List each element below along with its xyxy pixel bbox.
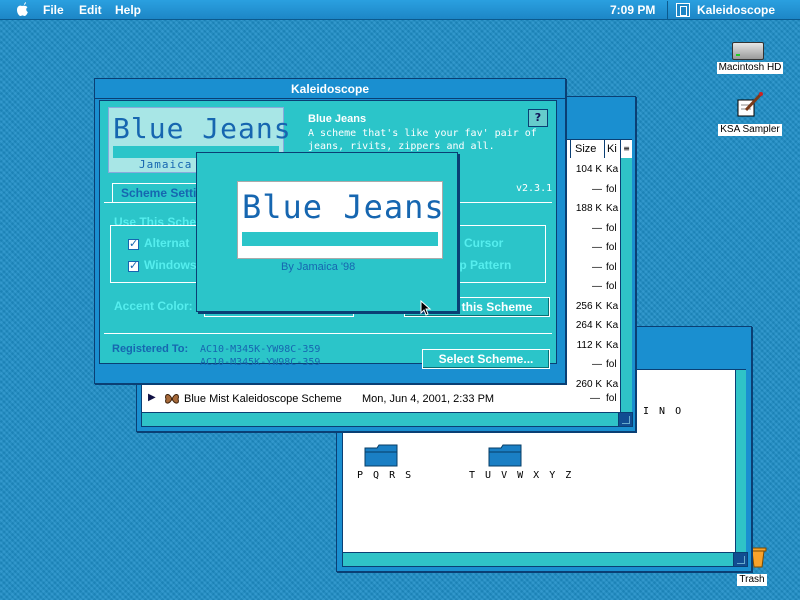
- preview-logo: Blue Jeans: [237, 181, 445, 259]
- list-row-size: —: [592, 222, 602, 234]
- list-row-blue-mist[interactable]: ▶ Blue Mist Kaleidoscope Scheme Mon, Jun…: [142, 390, 620, 408]
- desktop-icon-ksa-sampler[interactable]: KSA Sampler: [712, 92, 788, 136]
- list-row-kind: Ka: [606, 164, 619, 175]
- list-row-date: Mon, Jun 4, 2001, 2:33 PM: [362, 393, 495, 405]
- list-row[interactable]: — fol: [570, 221, 620, 239]
- list-row-size: 112 K: [576, 339, 602, 351]
- footer-divider: [104, 333, 552, 334]
- list-row[interactable]: 104 K Ka: [570, 162, 620, 180]
- alternate-checkbox-label: Alternat: [144, 236, 190, 250]
- scheme-logo-text: Blue Jeans: [113, 112, 292, 145]
- list-row[interactable]: 188 K Ka: [570, 201, 620, 219]
- list-row-kind: fol: [606, 281, 617, 292]
- hard-drive-icon: [732, 42, 764, 60]
- list-row[interactable]: — fol: [570, 279, 620, 297]
- application-menu[interactable]: Kaleidoscope: [697, 3, 775, 17]
- list-row-kind: fol: [606, 359, 617, 370]
- apple-menu-icon[interactable]: [16, 2, 28, 17]
- windows-checkbox-label: Windows: [144, 258, 197, 272]
- list-row-size: —: [592, 359, 602, 370]
- list-row-kind: fol: [606, 242, 617, 253]
- select-scheme-button[interactable]: Select Scheme...: [422, 349, 550, 369]
- alternate-checkbox[interactable]: [128, 237, 139, 250]
- list-row[interactable]: — fol: [570, 357, 620, 375]
- list-row-size: —: [590, 393, 600, 404]
- preview-logo-text: Blue Jeans: [242, 188, 445, 226]
- list-row-size: —: [592, 281, 602, 292]
- menu-help[interactable]: Help: [115, 3, 141, 17]
- column-header-size[interactable]: Size: [570, 140, 604, 158]
- list-row-size: 264 K: [575, 320, 602, 331]
- list-row-kind: Ka: [606, 300, 619, 312]
- list-row-size: 104 K: [575, 164, 602, 175]
- butterfly-icon: [165, 394, 179, 404]
- scheme-description-line-1: A scheme that's like your fav' pair of: [308, 128, 537, 139]
- desktop-icon-label: Trash: [737, 574, 767, 586]
- preview-logo-bar: [242, 232, 438, 246]
- list-row-kind: Ka: [606, 203, 619, 214]
- application-menu-icon[interactable]: [676, 3, 690, 17]
- resize-handle-icon[interactable]: [618, 412, 633, 427]
- list-row-kind: fol: [606, 261, 617, 273]
- list-row-name: Blue Mist Kaleidoscope Scheme: [184, 393, 342, 405]
- column-header-kind[interactable]: Ki: [604, 140, 620, 158]
- preview-byline: By Jamaica '98: [281, 261, 356, 273]
- menu-bar: File Edit Help 7:09 PM Kaleidoscope: [0, 0, 800, 20]
- cursor-checkbox-label: Cursor: [464, 236, 504, 250]
- menu-clock[interactable]: 7:09 PM: [610, 3, 655, 17]
- folder-label: T U V W X Y Z: [469, 470, 574, 481]
- list-row-kind: fol: [606, 183, 617, 195]
- list-row[interactable]: 256 K Ka: [570, 299, 620, 317]
- windows-checkbox[interactable]: [128, 259, 139, 272]
- window-title[interactable]: Kaleidoscope: [95, 79, 565, 99]
- registration-code-1: AC10-M345K-YW98C-359: [200, 344, 321, 355]
- version-label: v2.3.1: [516, 183, 553, 194]
- horizontal-scrollbar[interactable]: [142, 412, 620, 426]
- registration-code-2: AC10-M345K-YW98C-359: [200, 357, 321, 368]
- desktop-icon-macintosh-hd[interactable]: Macintosh HD: [712, 42, 788, 74]
- list-row-size: —: [592, 242, 602, 253]
- list-row-size: —: [592, 261, 602, 273]
- folder-icon[interactable]: [487, 440, 523, 468]
- list-row[interactable]: — fol: [570, 182, 620, 200]
- list-row-size: 260 K: [575, 378, 602, 390]
- list-row-size: 256 K: [575, 300, 602, 312]
- registered-to-label: Registered To:: [112, 343, 189, 355]
- mouse-pointer-icon: [420, 300, 432, 316]
- tab-scheme-settings[interactable]: Scheme Setti: [112, 183, 206, 203]
- resize-handle-icon[interactable]: [733, 552, 748, 567]
- menu-edit[interactable]: Edit: [79, 3, 102, 17]
- list-row-kind: fol: [606, 222, 617, 234]
- list-row-kind: Ka: [606, 339, 619, 351]
- disclosure-triangle-icon[interactable]: ▶: [148, 392, 156, 403]
- menu-divider: [667, 1, 668, 19]
- list-row-size: —: [592, 183, 602, 195]
- vertical-scrollbar[interactable]: [620, 158, 632, 412]
- list-row[interactable]: — fol: [570, 240, 620, 258]
- menu-file[interactable]: File: [43, 3, 64, 17]
- list-row[interactable]: — fol: [570, 260, 620, 278]
- list-row-kind: Ka: [606, 320, 619, 331]
- vertical-scrollbar[interactable]: [735, 370, 746, 552]
- accent-color-label: Accent Color:: [114, 299, 193, 313]
- folder-label-partial: I N O: [643, 406, 684, 417]
- scheme-logo-sub: Jamaica: [139, 158, 193, 171]
- scheme-name: Blue Jeans: [308, 113, 367, 125]
- document-pen-icon: [737, 92, 763, 117]
- list-row-kind: fol: [606, 393, 617, 404]
- list-row[interactable]: 112 K Ka: [570, 338, 620, 356]
- sort-direction-icon[interactable]: ≡: [620, 140, 632, 158]
- list-row[interactable]: 264 K Ka: [570, 318, 620, 336]
- folder-icon[interactable]: [363, 440, 399, 468]
- folder-label: P Q R S: [357, 470, 414, 481]
- desktop-pattern-checkbox-label: op Pattern: [452, 258, 512, 272]
- list-row-kind: Ka: [606, 378, 619, 390]
- scheme-preview-popup: Blue Jeans By Jamaica '98: [196, 152, 458, 312]
- desktop-icon-label: Macintosh HD: [716, 62, 784, 74]
- horizontal-scrollbar[interactable]: [343, 552, 735, 566]
- help-button[interactable]: ?: [528, 109, 548, 127]
- list-row-size: 188 K: [575, 203, 602, 214]
- desktop-icon-label: KSA Sampler: [718, 124, 782, 136]
